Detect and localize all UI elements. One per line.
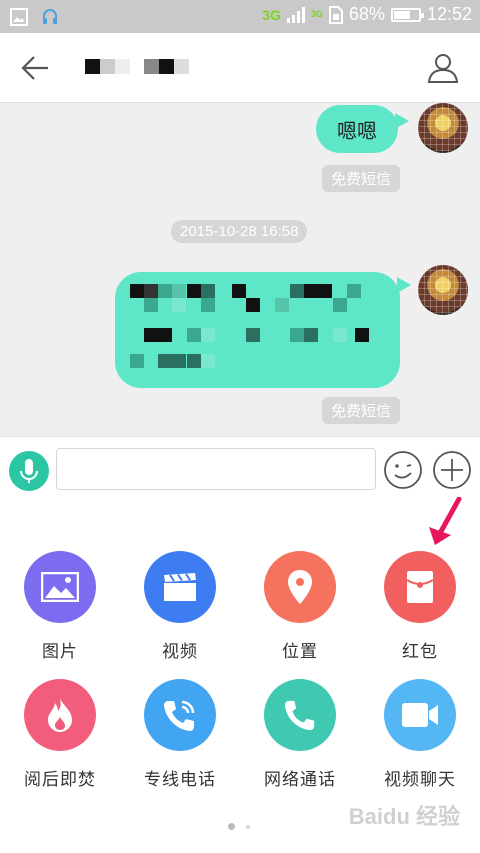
bubble-tail xyxy=(397,277,411,293)
message-bubble-redacted[interactable] xyxy=(115,272,400,388)
panel-item-label: 视频聊天 xyxy=(384,770,456,790)
wifi-phone-icon xyxy=(144,679,216,751)
panel-item-label: 阅后即焚 xyxy=(24,770,96,790)
location-pin-icon xyxy=(264,551,336,623)
clapperboard-icon xyxy=(144,551,216,623)
bubble-tail xyxy=(395,113,409,129)
plus-icon[interactable] xyxy=(432,450,472,490)
network-type-primary: 3G xyxy=(262,6,281,23)
message-bubble[interactable]: 嗯嗯 xyxy=(316,105,398,153)
message-tag: 免费短信 xyxy=(322,397,401,424)
flame-icon xyxy=(24,679,96,751)
annotation-arrow-icon xyxy=(429,497,462,545)
title-bar xyxy=(0,33,480,103)
message-input[interactable] xyxy=(56,448,376,490)
battery-percent: 68% xyxy=(348,4,385,24)
arrow-left-icon[interactable] xyxy=(18,53,52,83)
message-text: 嗯嗯 xyxy=(337,118,377,143)
watermark: Baidu 经验 xyxy=(348,804,460,829)
phone-icon xyxy=(264,679,336,751)
panel-item-label: 图片 xyxy=(42,642,78,662)
signal-icon xyxy=(286,6,305,23)
microphone-icon xyxy=(20,459,38,483)
video-camera-icon xyxy=(384,679,456,751)
panel-item-location[interactable]: 位置 xyxy=(240,551,360,662)
smiley-icon[interactable] xyxy=(383,450,423,490)
sim-icon xyxy=(328,5,343,24)
gallery-icon xyxy=(10,8,28,26)
headset-icon xyxy=(43,9,57,24)
avatar[interactable] xyxy=(418,103,468,153)
panel-item-label: 专线电话 xyxy=(144,770,216,790)
status-bar: 3G 3G 68% 12:52 xyxy=(0,0,480,33)
panel-item-label: 位置 xyxy=(282,642,318,662)
battery-level xyxy=(393,10,410,19)
panel-item-image[interactable]: 图片 xyxy=(0,551,120,662)
panel-item-network-call[interactable]: 网络通话 xyxy=(240,679,360,790)
panel-item-label: 视频 xyxy=(162,642,198,662)
page-dot-active[interactable] xyxy=(228,823,235,830)
clock: 12:52 xyxy=(426,4,472,24)
red-envelope-icon xyxy=(384,551,456,623)
chat-timestamp: 2015-10-28 16:58 xyxy=(171,220,308,243)
image-icon xyxy=(24,551,96,623)
page-indicator xyxy=(228,823,250,830)
chat-area: 嗯嗯 免费短信 2015-10-28 16:58 免费短信 xyxy=(0,103,480,436)
input-bar xyxy=(0,436,480,498)
panel-item-burn-after-reading[interactable]: 阅后即焚 xyxy=(0,679,120,790)
contact-name-redacted xyxy=(85,59,189,74)
panel-item-video[interactable]: 视频 xyxy=(120,551,240,662)
battery-icon xyxy=(390,7,424,22)
network-type-secondary: 3G xyxy=(310,9,323,19)
avatar[interactable] xyxy=(418,265,468,315)
panel-item-label: 红包 xyxy=(402,642,438,662)
panel-item-label: 网络通话 xyxy=(264,770,336,790)
person-icon[interactable] xyxy=(426,51,460,85)
voice-button[interactable] xyxy=(9,451,49,491)
page-dot[interactable] xyxy=(246,824,250,829)
message-tag: 免费短信 xyxy=(322,165,401,192)
panel-item-dedicated-call[interactable]: 专线电话 xyxy=(120,679,240,790)
panel-item-video-chat[interactable]: 视频聊天 xyxy=(360,679,480,790)
panel-item-red-envelope[interactable]: 红包 xyxy=(360,551,480,662)
